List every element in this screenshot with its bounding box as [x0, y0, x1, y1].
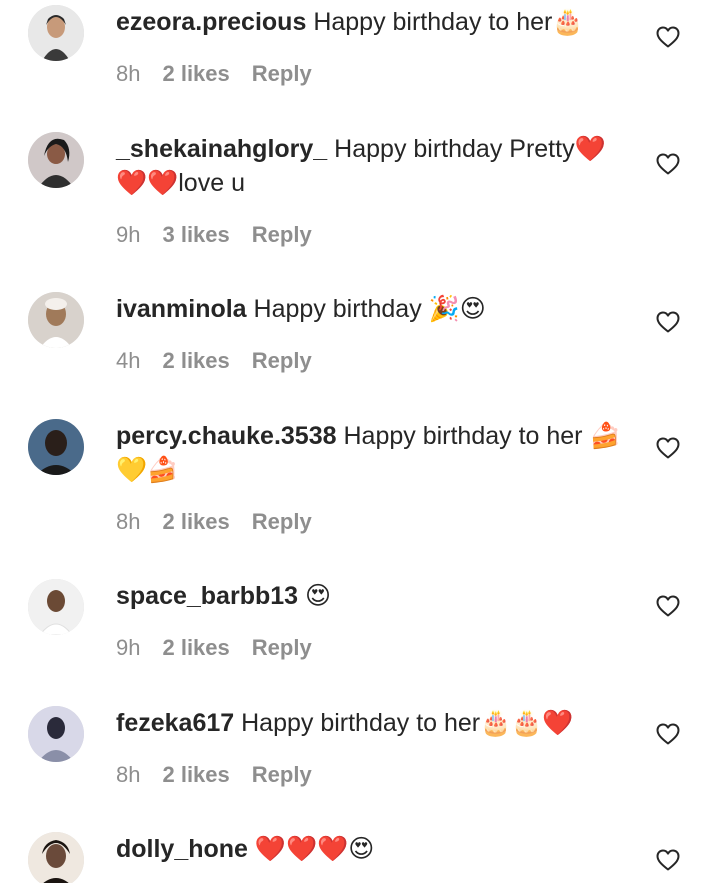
avatar-image [28, 419, 84, 475]
comment-meta: 8h 2 likes Reply [116, 760, 636, 790]
avatar-image [28, 706, 84, 762]
comment-message: 😍 [305, 582, 332, 610]
like-heart-icon[interactable] [656, 311, 680, 333]
avatar[interactable] [28, 132, 84, 188]
comment-username[interactable]: ivanminola [116, 295, 247, 323]
reply-button[interactable]: Reply [252, 633, 312, 663]
comment-username[interactable]: ezeora.precious [116, 8, 306, 36]
avatar-image [28, 579, 84, 635]
comment-body: ivanminola Happy birthday 🎉😍 4h 2 likes … [116, 292, 636, 376]
reply-button[interactable]: Reply [252, 760, 312, 790]
comment-username[interactable]: dolly_hone [116, 835, 248, 863]
comment-text: _shekainahglory_ Happy birthday Pretty❤️… [116, 132, 636, 200]
comment-meta: 8h 2 likes Reply [116, 59, 636, 89]
like-heart-icon[interactable] [656, 26, 680, 48]
avatar-image [28, 5, 84, 61]
comment-body: space_barbb13 😍 9h 2 likes Reply [116, 579, 636, 663]
avatar-image [28, 832, 84, 883]
comment-meta: 4h 2 likes Reply [116, 346, 636, 376]
comment-message: ❤️❤️❤️😍 [254, 835, 375, 863]
comment-text: ivanminola Happy birthday 🎉😍 [116, 292, 636, 326]
comment-meta: 8h 2 likes Reply [116, 507, 636, 537]
comment-time: 4h [116, 348, 141, 373]
comment-body: fezeka617 Happy birthday to her🎂🎂❤️ 8h 2… [116, 706, 636, 790]
comment-message: Happy birthday to her🎂🎂❤️ [241, 709, 574, 737]
comment-message: Happy birthday to her🎂 [313, 8, 584, 36]
reply-button[interactable]: Reply [252, 507, 312, 537]
comment-likes[interactable]: 2 likes [162, 346, 229, 376]
comment-likes[interactable]: 2 likes [162, 760, 229, 790]
like-heart-icon[interactable] [656, 437, 680, 459]
comment-body: dolly_hone ❤️❤️❤️😍 [116, 832, 636, 866]
like-heart-icon[interactable] [656, 723, 680, 745]
avatar-image [28, 292, 84, 348]
comment-text: percy.chauke.3538 Happy birthday to her … [116, 419, 636, 487]
comment-username[interactable]: _shekainahglory_ [116, 135, 327, 163]
reply-button[interactable]: Reply [252, 220, 312, 250]
comment-username[interactable]: fezeka617 [116, 709, 234, 737]
comment-likes[interactable]: 2 likes [162, 507, 229, 537]
comment-time: 8h [116, 762, 141, 787]
comment-username[interactable]: space_barbb13 [116, 582, 298, 610]
comment-message: Happy birthday 🎉😍 [253, 295, 486, 323]
avatar[interactable] [28, 706, 84, 762]
comment-time: 9h [116, 635, 141, 660]
avatar[interactable] [28, 419, 84, 475]
comment-meta: 9h 2 likes Reply [116, 633, 636, 663]
comment-likes[interactable]: 2 likes [162, 59, 229, 89]
comment-time: 8h [116, 509, 141, 534]
like-heart-icon[interactable] [656, 595, 680, 617]
comment-text: space_barbb13 😍 [116, 579, 636, 613]
comment-likes[interactable]: 3 likes [162, 220, 229, 250]
like-heart-icon[interactable] [656, 153, 680, 175]
avatar-image [28, 132, 84, 188]
comment-time: 9h [116, 222, 141, 247]
comment-username[interactable]: percy.chauke.3538 [116, 422, 337, 450]
comment-likes[interactable]: 2 likes [162, 633, 229, 663]
reply-button[interactable]: Reply [252, 346, 312, 376]
avatar[interactable] [28, 832, 84, 883]
comment-meta: 9h 3 likes Reply [116, 220, 636, 250]
reply-button[interactable]: Reply [252, 59, 312, 89]
avatar[interactable] [28, 5, 84, 61]
comment-text: fezeka617 Happy birthday to her🎂🎂❤️ [116, 706, 636, 740]
avatar[interactable] [28, 292, 84, 348]
avatar[interactable] [28, 579, 84, 635]
comment-body: ezeora.precious Happy birthday to her🎂 8… [116, 5, 636, 89]
comments-list: ezeora.precious Happy birthday to her🎂 8… [0, 0, 720, 883]
comment-text: dolly_hone ❤️❤️❤️😍 [116, 832, 636, 866]
comment-time: 8h [116, 61, 141, 86]
comment-body: _shekainahglory_ Happy birthday Pretty❤️… [116, 132, 636, 250]
comment-text: ezeora.precious Happy birthday to her🎂 [116, 5, 636, 39]
like-heart-icon[interactable] [656, 849, 680, 871]
comment-body: percy.chauke.3538 Happy birthday to her … [116, 419, 636, 537]
